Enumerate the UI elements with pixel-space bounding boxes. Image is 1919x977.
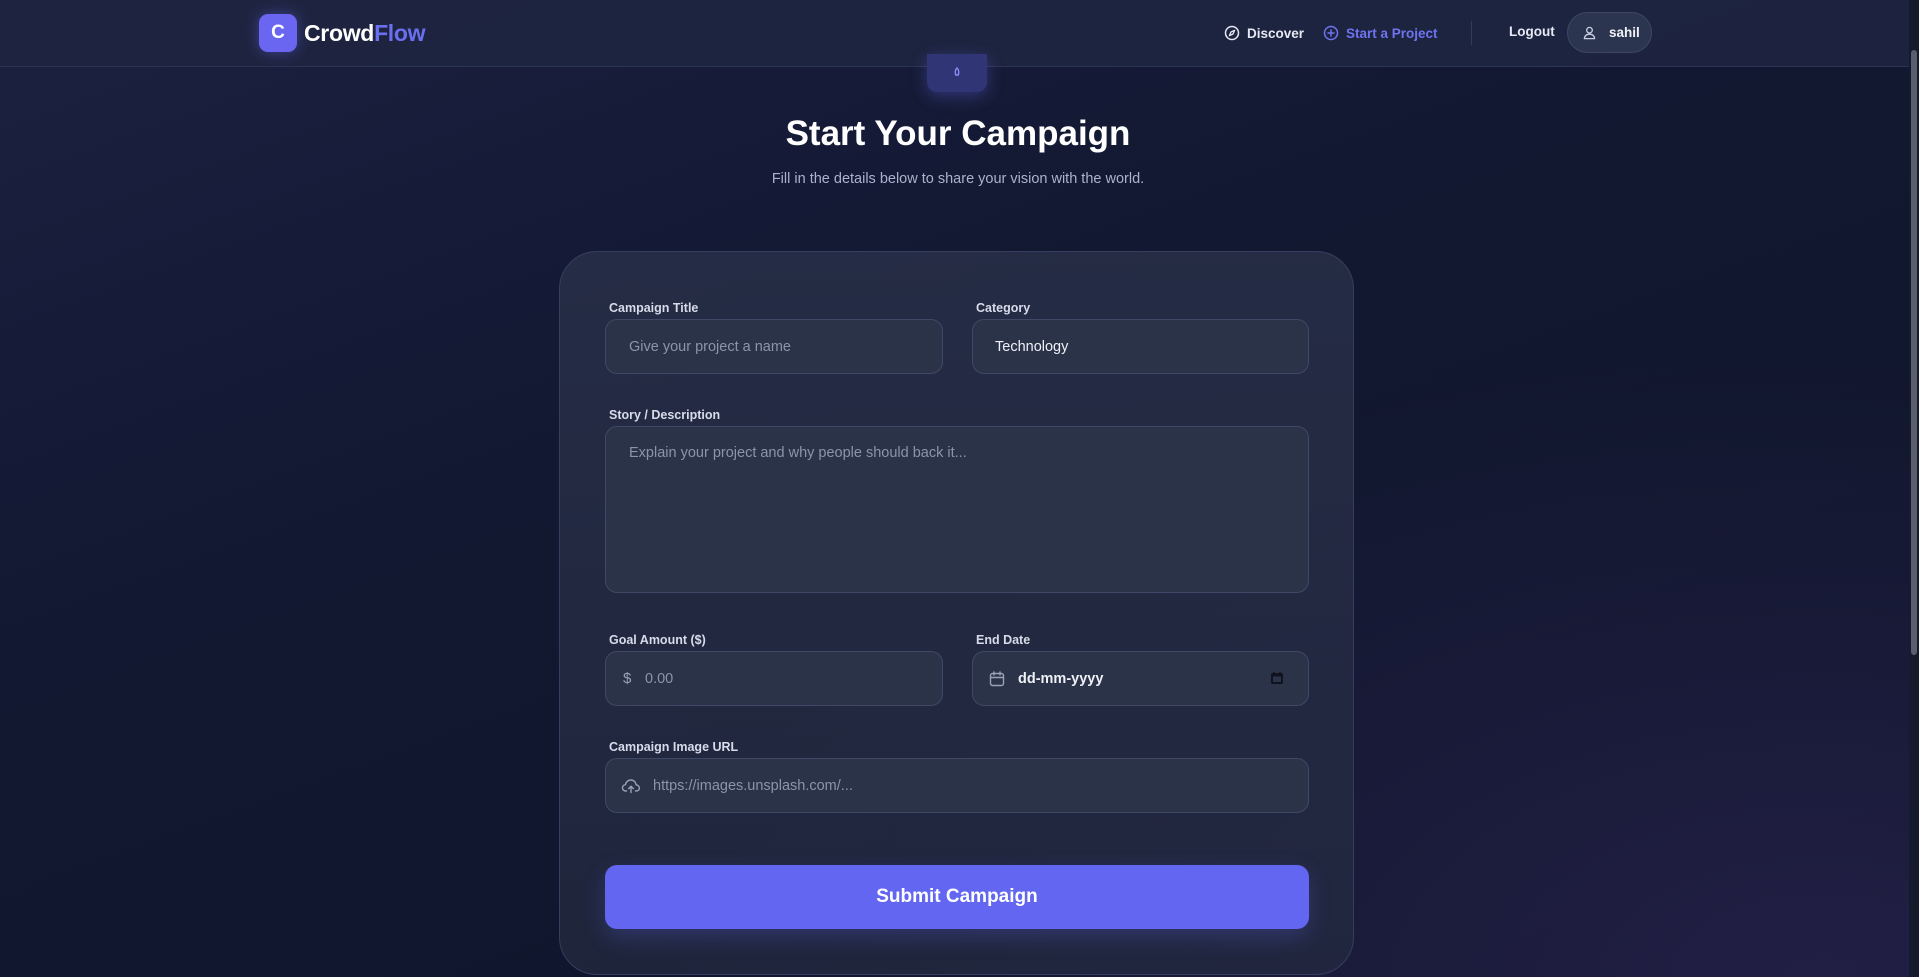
category-label: Category <box>976 301 1031 315</box>
page-scrollbar[interactable] <box>1909 0 1919 977</box>
nav-discover-link[interactable]: Discover <box>1224 22 1304 44</box>
compass-icon <box>1224 25 1240 41</box>
goal-amount-input[interactable]: $ 0.00 <box>605 651 943 706</box>
scrollbar-thumb[interactable] <box>1911 50 1917 655</box>
username: sahil <box>1609 25 1640 40</box>
brand-name: CrowdFlow <box>304 19 426 46</box>
submit-campaign-button[interactable]: Submit Campaign <box>605 865 1309 929</box>
end-date-placeholder: dd-mm-yyyy <box>1018 670 1104 687</box>
rocket-badge <box>927 54 987 92</box>
page-title: Start Your Campaign <box>785 114 1131 153</box>
user-profile-button[interactable]: sahil <box>1567 12 1652 53</box>
brand-logo-icon: C <box>259 14 297 52</box>
nav-start-project-label: Start a Project <box>1346 25 1438 41</box>
dollar-icon: $ <box>623 670 632 687</box>
nav-discover-label: Discover <box>1247 25 1305 41</box>
story-label: Story / Description <box>609 408 721 422</box>
end-date-input[interactable]: dd-mm-yyyy <box>972 651 1309 706</box>
goal-amount-placeholder: 0.00 <box>645 670 674 687</box>
end-date-label: End Date <box>976 633 1031 647</box>
rocket-icon <box>954 67 960 76</box>
campaign-title-placeholder: Give your project a name <box>629 338 791 355</box>
category-selected-value: Technology <box>995 338 1069 355</box>
brand-logo-link[interactable]: C CrowdFlow <box>259 14 426 52</box>
date-picker-icon[interactable] <box>1270 671 1284 689</box>
campaign-title-label: Campaign Title <box>609 301 699 315</box>
calendar-icon <box>988 670 1006 688</box>
goal-amount-label: Goal Amount ($) <box>609 633 706 647</box>
nav-start-project-link[interactable]: Start a Project <box>1323 22 1438 44</box>
plus-circle-icon <box>1323 25 1339 41</box>
cloud-upload-icon <box>621 777 641 795</box>
story-placeholder: Explain your project and why people shou… <box>629 445 967 461</box>
logout-button[interactable]: Logout <box>1509 24 1555 39</box>
nav-divider <box>1471 21 1472 45</box>
category-select[interactable]: Technology <box>972 319 1309 374</box>
page-subtitle: Fill in the details below to share your … <box>771 171 1145 187</box>
user-icon <box>1583 26 1596 40</box>
image-url-placeholder: https://images.unsplash.com/... <box>653 777 853 794</box>
campaign-title-input[interactable]: Give your project a name <box>605 319 943 374</box>
image-url-label: Campaign Image URL <box>609 740 739 754</box>
image-url-input[interactable]: https://images.unsplash.com/... <box>605 758 1309 813</box>
story-textarea[interactable]: Explain your project and why people shou… <box>605 426 1309 593</box>
